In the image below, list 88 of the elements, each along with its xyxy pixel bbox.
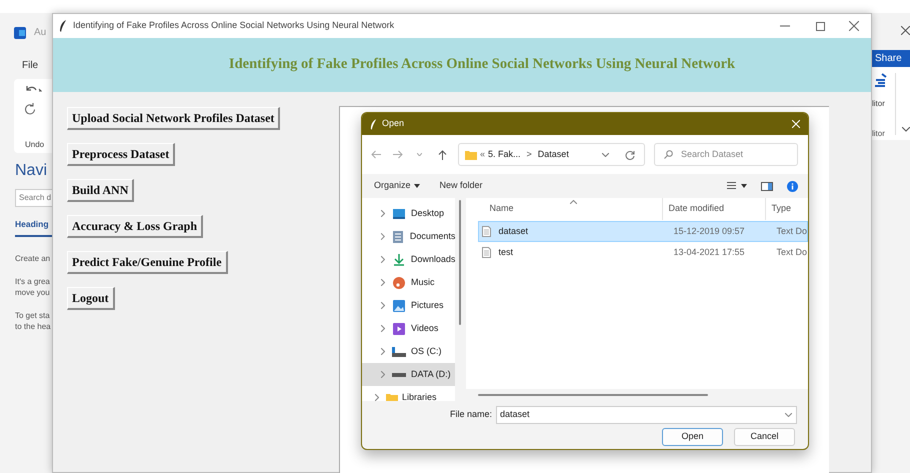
breadcrumb[interactable]: Dataset: [538, 148, 602, 162]
organize-menu[interactable]: Organize: [374, 179, 420, 193]
file-row[interactable]: test 13-04-2021 17:55 Text Do: [478, 242, 808, 263]
forward-icon[interactable]: [393, 150, 403, 159]
music-icon: [392, 276, 406, 288]
chevron-icon[interactable]: [902, 127, 910, 132]
group-label: litor: [872, 128, 885, 140]
action-button[interactable]: Accuracy & Loss Graph: [67, 215, 203, 238]
column-header[interactable]: Date modified: [663, 202, 766, 216]
back-icon[interactable]: [371, 150, 381, 159]
scrollbar-thumb[interactable]: [478, 394, 708, 396]
nav-pane-item[interactable]: Music: [362, 271, 456, 294]
share-button[interactable]: Share: [872, 50, 910, 67]
cancel-button[interactable]: Cancel: [734, 428, 795, 446]
app-name: Au: [34, 26, 46, 40]
file-date: 15-12-2019 09:57: [673, 224, 746, 238]
up-icon[interactable]: [438, 150, 447, 160]
file-name: test: [498, 246, 514, 259]
document-icon: [392, 230, 405, 242]
chevron-icon[interactable]: [785, 413, 792, 417]
feather-icon: [370, 118, 377, 130]
text-file-icon: [482, 247, 492, 258]
text-file-icon: [482, 226, 492, 237]
view-options-icon[interactable]: [727, 182, 747, 190]
app-heading: Identifying of Fake Profiles Across Online Social Networks Using Neural Network: [228, 55, 736, 74]
scrollbar-thumb[interactable]: [459, 200, 462, 325]
nav-pane-item[interactable]: Documents: [362, 225, 456, 248]
nav-pane-item[interactable]: Videos: [362, 317, 456, 340]
nav-pane-item[interactable]: Downloads: [362, 248, 456, 271]
preview-pane-icon[interactable]: [761, 182, 773, 190]
file-row[interactable]: dataset 15-12-2019 09:57 Text Do: [478, 221, 808, 242]
drive-icon: [392, 372, 406, 376]
document-app-icon: [14, 26, 26, 38]
feather-icon: [59, 20, 67, 32]
search-icon: [664, 150, 673, 159]
action-button[interactable]: Preprocess Dataset: [67, 143, 176, 166]
desktop-icon: [392, 208, 406, 218]
action-button[interactable]: Predict Fake/Genuine Profile: [67, 251, 228, 274]
column-header[interactable]: Type: [766, 202, 791, 216]
search-field[interactable]: Search d: [15, 189, 52, 207]
group-label: Undo: [25, 139, 44, 151]
refresh-icon[interactable]: [625, 150, 635, 160]
file-menu[interactable]: File: [22, 60, 38, 71]
open-button[interactable]: Open: [662, 428, 723, 446]
column-header[interactable]: Name: [466, 202, 662, 216]
file-name-field[interactable]: dataset: [496, 406, 797, 424]
nav-pane-item[interactable]: Desktop: [362, 202, 456, 225]
ribbon-label: litor: [872, 98, 885, 110]
breadcrumb[interactable]: 5. Fak...: [488, 148, 521, 162]
field-label: File name:: [450, 408, 492, 422]
tab-label[interactable]: Heading: [15, 219, 49, 229]
window-title: Identifying of Fake Profiles Across Online Social Networks Using Neural Network: [73, 19, 396, 32]
dialog-title: Open: [382, 117, 406, 130]
action-button[interactable]: Logout: [67, 287, 115, 310]
breadcrumb-overflow[interactable]: «: [480, 148, 486, 162]
video-icon: [392, 322, 406, 334]
drive-icon: [392, 346, 406, 356]
address-bar[interactable]: « 5. Fak... > Dataset: [458, 143, 645, 166]
action-button[interactable]: Upload Social Network Profiles Dataset: [67, 107, 280, 130]
nav-pane-item[interactable]: Libraries: [362, 386, 456, 401]
file-name: dataset: [498, 224, 530, 238]
caret-icon: [414, 184, 420, 188]
close-icon[interactable]: [849, 21, 859, 31]
download-icon: [392, 254, 406, 266]
paragraph: Create an: [15, 252, 52, 264]
folder-icon: [465, 150, 477, 160]
file-type: Text Do: [776, 224, 807, 238]
paragraph: It's a grea move you: [15, 276, 51, 298]
paragraph: To get sta to the hea: [15, 310, 52, 332]
chevron-icon[interactable]: [602, 152, 609, 156]
breadcrumb-separator: >: [526, 148, 532, 161]
nav-pane-item[interactable]: Pictures: [362, 294, 456, 317]
nav-pane-item[interactable]: OS (C:): [362, 340, 456, 363]
help-icon[interactable]: [787, 180, 798, 192]
sort-caret-icon: [570, 200, 578, 204]
nav-pane-item[interactable]: DATA (D:): [362, 363, 456, 386]
maximize-icon[interactable]: [816, 22, 825, 30]
picture-icon: [392, 300, 406, 312]
file-date: 13-04-2021 17:55: [673, 246, 746, 259]
redo-icon[interactable]: [24, 103, 36, 115]
pane-title: Navi: [15, 162, 48, 179]
file-type: Text Do: [776, 246, 807, 259]
folder-icon: [386, 392, 398, 401]
search-field[interactable]: Search Dataset: [654, 143, 798, 166]
editor-icon[interactable]: [874, 73, 888, 89]
close-icon[interactable]: [901, 26, 910, 35]
new-folder-button[interactable]: New folder: [440, 179, 727, 193]
action-button[interactable]: Build ANN: [67, 179, 134, 202]
